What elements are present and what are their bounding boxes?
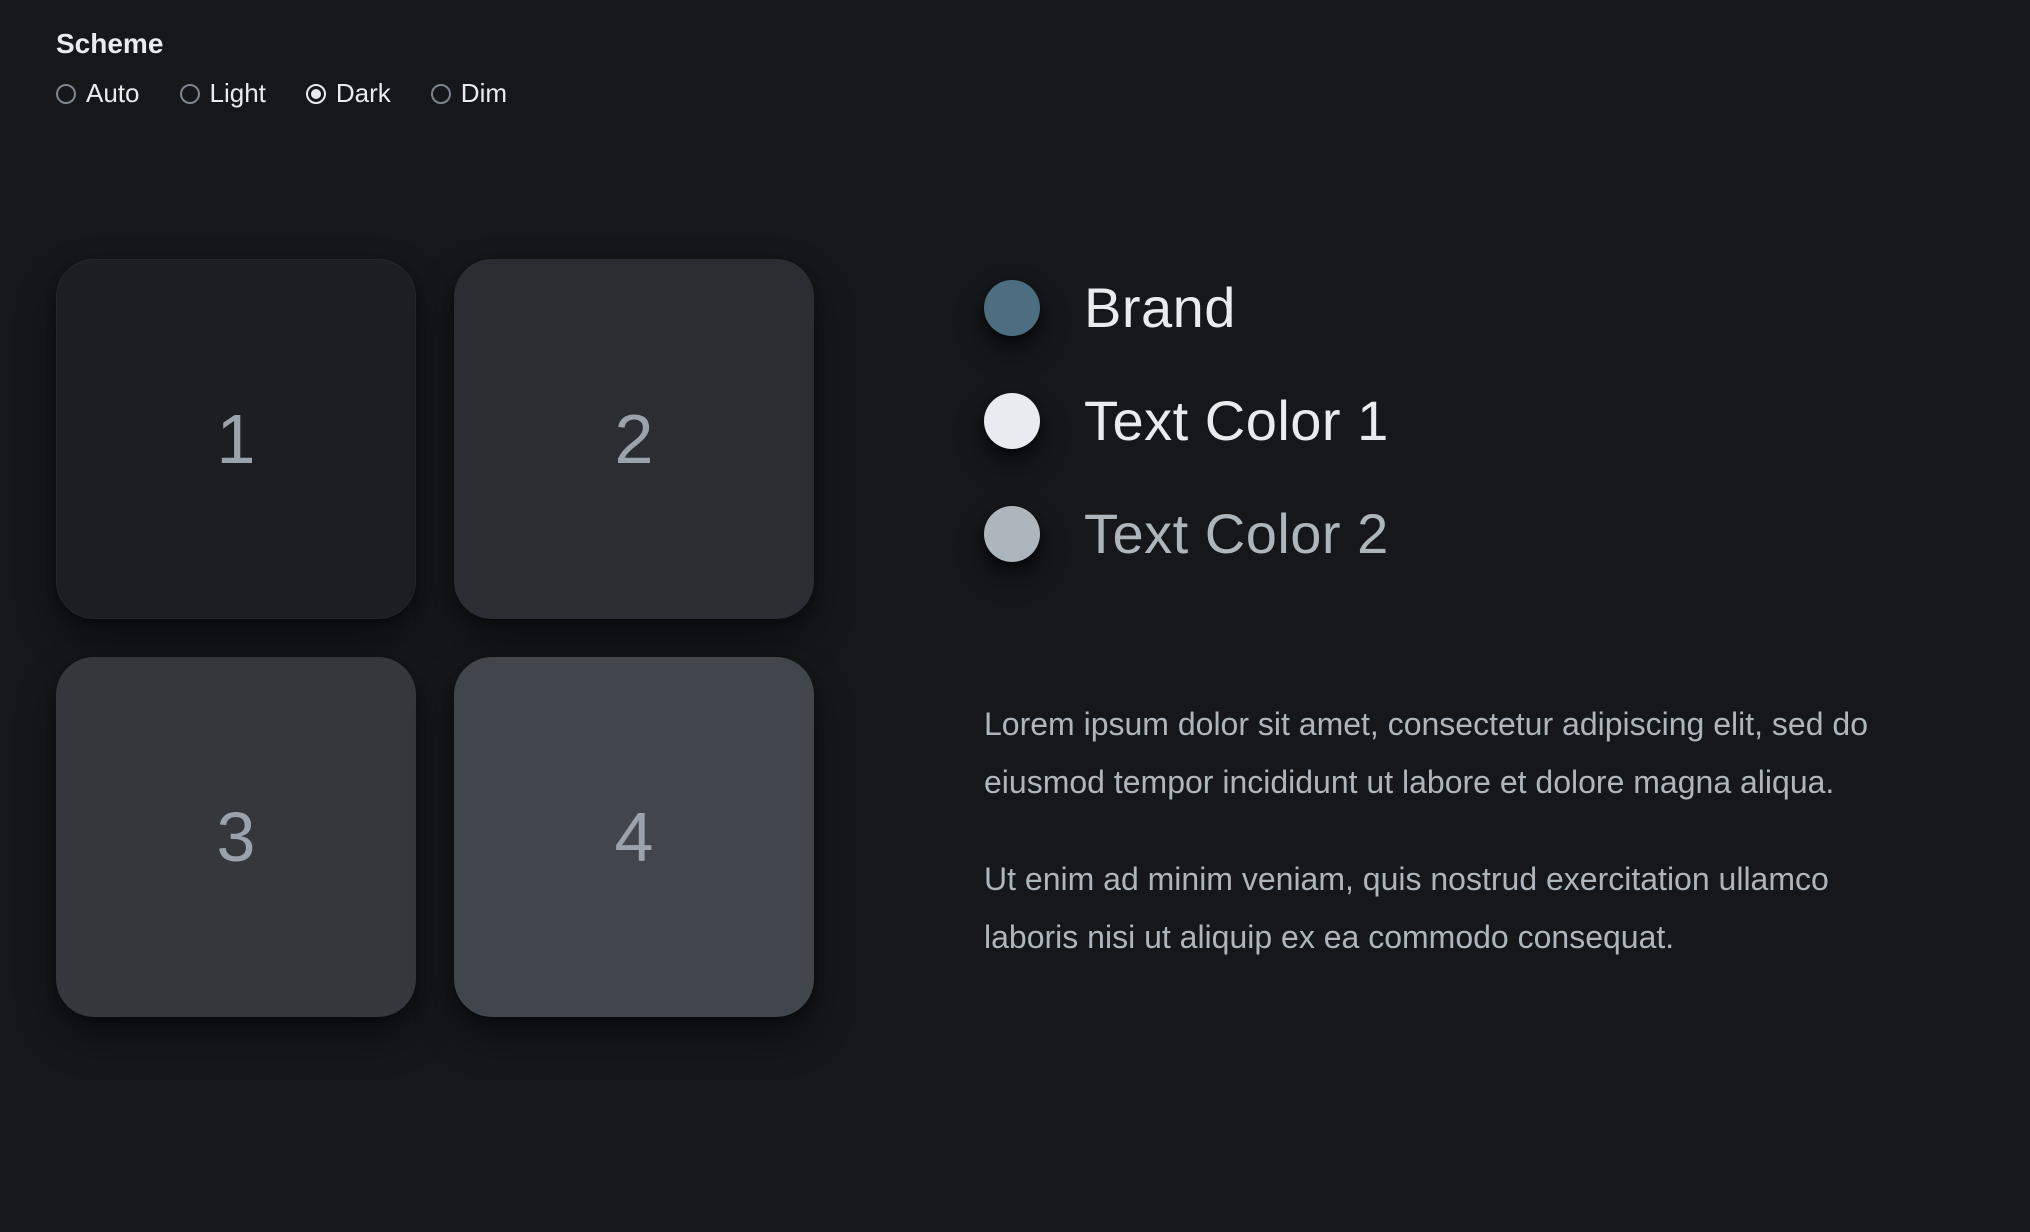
swatch-label: Text Color 1 — [1084, 388, 1389, 453]
tile-label: 4 — [615, 797, 654, 877]
radio-icon — [306, 84, 326, 104]
scheme-option-auto[interactable]: Auto — [56, 78, 140, 109]
palette-panel: Brand Text Color 1 Text Color 2 Lorem ip… — [984, 259, 1974, 1017]
radio-icon — [180, 84, 200, 104]
scheme-option-dark[interactable]: Dark — [306, 78, 391, 109]
sample-paragraph-2: Ut enim ad minim veniam, quis nostrud ex… — [984, 851, 1904, 966]
tile-label: 3 — [217, 797, 256, 877]
scheme-option-dim[interactable]: Dim — [431, 78, 507, 109]
scheme-option-label: Dim — [461, 78, 507, 109]
surface-tile-1: 1 — [56, 259, 416, 619]
surface-tile-3: 3 — [56, 657, 416, 1017]
radio-icon — [431, 84, 451, 104]
radio-icon — [56, 84, 76, 104]
scheme-option-light[interactable]: Light — [180, 78, 266, 109]
sample-paragraph-1: Lorem ipsum dolor sit amet, consectetur … — [984, 696, 1904, 811]
surface-tile-2: 2 — [454, 259, 814, 619]
scheme-title: Scheme — [56, 28, 1974, 60]
surface-tile-4: 4 — [454, 657, 814, 1017]
surface-tiles: 1 2 3 4 — [56, 259, 814, 1017]
sample-paragraphs: Lorem ipsum dolor sit amet, consectetur … — [984, 696, 1974, 966]
scheme-option-label: Auto — [86, 78, 140, 109]
swatch-circle-icon — [984, 393, 1040, 449]
swatch-label: Brand — [1084, 275, 1236, 340]
swatch-row-text1: Text Color 1 — [984, 388, 1974, 453]
main-content: 1 2 3 4 Brand — [56, 259, 1974, 1017]
scheme-option-label: Light — [210, 78, 266, 109]
tile-label: 2 — [615, 399, 654, 479]
swatch-circle-icon — [984, 280, 1040, 336]
swatch-row-brand: Brand — [984, 275, 1974, 340]
scheme-option-label: Dark — [336, 78, 391, 109]
swatch-circle-icon — [984, 506, 1040, 562]
swatch-row-text2: Text Color 2 — [984, 501, 1974, 566]
swatch-list: Brand Text Color 1 Text Color 2 — [984, 275, 1974, 566]
scheme-radio-group: Auto Light Dark Dim — [56, 78, 1974, 109]
swatch-label: Text Color 2 — [1084, 501, 1389, 566]
scheme-section: Scheme Auto Light Dark Dim — [56, 28, 1974, 109]
tile-label: 1 — [217, 399, 256, 479]
